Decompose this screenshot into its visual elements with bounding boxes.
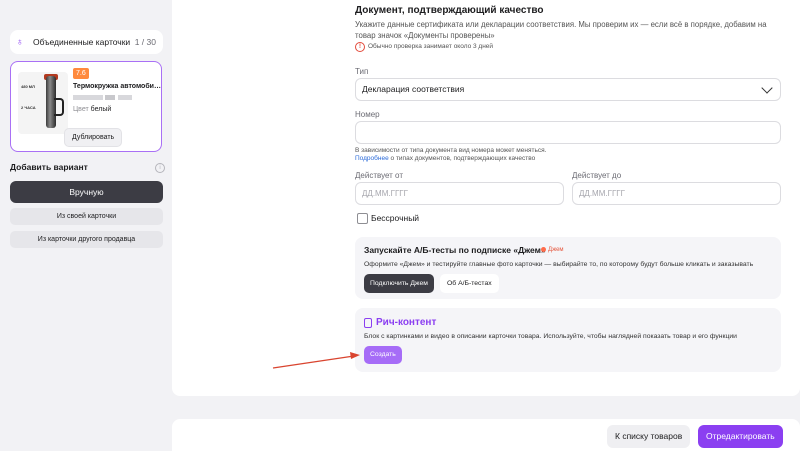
from-other-seller-button[interactable]: Из карточки другого продавца (10, 231, 163, 248)
from-own-card-button[interactable]: Из своей карточки (10, 208, 163, 225)
add-manually-button[interactable]: Вручную (10, 181, 163, 203)
mug-handle (54, 98, 64, 116)
more-info-link[interactable]: Подробнее (355, 155, 389, 162)
number-hint: В зависимости от типа документа вид номе… (355, 147, 547, 154)
color-key: Цвет (73, 106, 89, 113)
hidden-text-block (73, 95, 103, 100)
rich-content-title: Рич-контент (376, 317, 437, 328)
valid-to-input[interactable]: ДД.ММ.ГГГГ (572, 182, 781, 205)
connect-jam-button[interactable]: Подключить Джем (364, 274, 434, 293)
document-type-select[interactable]: Декларация соответствия (355, 78, 781, 101)
check-duration-notice: Обычно проверка занимает около 3 дней (368, 43, 494, 50)
jam-badge: Джем (541, 247, 564, 253)
indefinite-label[interactable]: Бессрочный (371, 213, 419, 223)
create-rich-content-button[interactable]: Создать (364, 346, 402, 364)
document-types-hint: Подробнее о типах документов, подтвержда… (355, 155, 535, 162)
about-ab-tests-button[interactable]: Об А/Б-тестах (440, 274, 499, 293)
hidden-text-block (118, 95, 132, 100)
product-image: 480 МЛ 2 ЧАСА (18, 72, 68, 134)
edit-button[interactable]: Отредактировать (698, 425, 783, 448)
type-label: Тип (355, 67, 369, 76)
add-variant-heading: Добавить вариант (10, 162, 88, 172)
document-number-input[interactable] (355, 121, 781, 144)
indefinite-checkbox[interactable] (357, 213, 368, 224)
jam-dot-icon (541, 247, 546, 252)
hidden-text-block (105, 95, 115, 100)
ab-tests-title: Запускайте А/Б-тесты по подписке «Джем» (364, 245, 546, 255)
merged-cards-icon: ♁ (16, 36, 24, 48)
rich-content-icon (364, 318, 372, 328)
merged-cards-label: Объединенные карточки (33, 37, 131, 47)
document-section-description: Укажите данные сертификата или деклараци… (355, 20, 767, 40)
merged-cards-count: 1 / 30 (134, 37, 156, 47)
image-caption-volume: 480 МЛ (21, 84, 35, 89)
valid-from-input[interactable]: ДД.ММ.ГГГГ (355, 182, 564, 205)
rich-content-description: Блок с картинками и видео в описании кар… (364, 333, 737, 340)
color-value: белый (90, 106, 112, 113)
number-label: Номер (355, 110, 380, 119)
warning-icon: ! (355, 42, 365, 52)
product-color: Цвет белый (73, 106, 111, 113)
ab-tests-description: Оформите «Джем» и тестируйте главные фот… (364, 261, 754, 268)
rating-badge: 7.6 (73, 68, 89, 79)
merged-cards-header[interactable]: ♁ Объединенные карточки 1 / 30 (10, 30, 163, 54)
product-card[interactable]: 480 МЛ 2 ЧАСА 7.6 Термокружка автомобиль… (10, 61, 162, 152)
valid-to-label: Действует до (572, 171, 622, 180)
valid-from-label: Действует от (355, 171, 403, 180)
image-caption-hours: 2 ЧАСА (21, 105, 36, 110)
document-section-title: Документ, подтверждающий качество (355, 5, 544, 16)
info-icon[interactable]: i (155, 163, 165, 173)
product-title: Термокружка автомобильна... (73, 83, 161, 90)
hint-text: о типах документов, подтверждающих качес… (388, 155, 536, 162)
duplicate-button[interactable]: Дублировать (64, 128, 123, 147)
back-to-list-button[interactable]: К списку товаров (607, 425, 691, 448)
